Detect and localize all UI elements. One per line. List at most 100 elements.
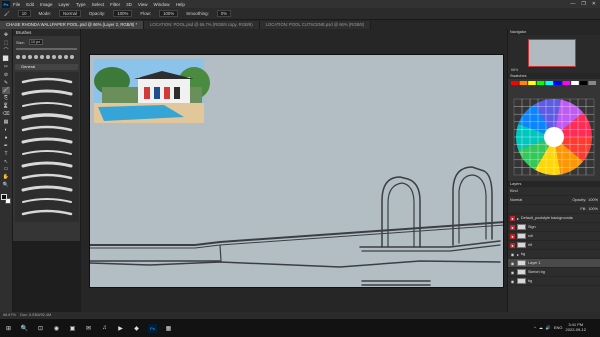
opacity-field[interactable]: 100% (113, 10, 133, 17)
mode-select[interactable]: Normal (59, 10, 81, 17)
brush-size-slider[interactable] (16, 48, 77, 50)
path-select-tool-icon[interactable]: ↖ (2, 158, 10, 165)
menu-3d[interactable]: 3D (126, 2, 132, 7)
file-explorer-icon[interactable]: ▣ (68, 324, 77, 333)
color-swatch-grid[interactable] (508, 79, 600, 181)
eye-icon[interactable]: ◉ (510, 279, 515, 284)
app-icon[interactable]: ◆ (132, 324, 141, 333)
type-tool-icon[interactable]: T (2, 150, 10, 157)
mail-icon[interactable]: ✉ (84, 324, 93, 333)
eye-icon[interactable]: ● (510, 242, 515, 248)
crop-tool-icon[interactable]: ✂ (2, 64, 10, 71)
brush-preset[interactable] (46, 54, 50, 59)
brush-tool-icon[interactable]: 🖌 (4, 11, 10, 17)
search-icon[interactable]: 🔍 (20, 324, 29, 333)
tab-location-pool[interactable]: LOCATION: POOL.psd @ 66.7% (RGB/8 copy, … (144, 21, 260, 29)
dodge-tool-icon[interactable]: ● (2, 135, 10, 142)
brush-preset[interactable] (34, 54, 38, 59)
menu-image[interactable]: Image (40, 2, 53, 7)
volume-icon[interactable]: 🔊 (546, 325, 551, 330)
brush-preset[interactable] (52, 54, 56, 59)
chrome-icon[interactable]: ◉ (52, 324, 61, 333)
layer-row[interactable]: ● roll (508, 232, 600, 241)
swatch-chip[interactable] (579, 81, 588, 85)
zoom-tool-icon[interactable]: 🔍 (2, 182, 10, 189)
swatch-chip[interactable] (571, 81, 579, 85)
swatch-chip[interactable] (545, 81, 553, 85)
swatch-grid-cell[interactable] (513, 106, 523, 115)
color-wheel-center[interactable] (544, 127, 564, 147)
menu-help[interactable]: Help (176, 2, 185, 7)
swatch-chip[interactable] (562, 81, 571, 85)
color-swatch-fg-bg[interactable] (1, 193, 11, 204)
layer-row[interactable]: ◉ ▸ bg (508, 250, 600, 259)
tab-wallpaper-pool[interactable]: CHASE RHONDA WALLPAPER POOL.psd @ 66% (L… (0, 21, 145, 29)
eyedropper-tool-icon[interactable]: ⊘ (2, 71, 10, 78)
shape-tool-icon[interactable]: ▭ (2, 166, 10, 173)
layer-row[interactable]: ● Sign (508, 223, 600, 232)
windows-start-icon[interactable]: ⊞ (4, 324, 13, 333)
swatch-grid-cell[interactable] (521, 167, 531, 176)
menu-edit[interactable]: Edit (26, 2, 34, 7)
menu-view[interactable]: View (138, 2, 148, 7)
swatch-chip[interactable] (554, 81, 562, 85)
smoothing-field[interactable]: 0% (216, 10, 232, 17)
pen-tool-icon[interactable]: ✒ (2, 142, 10, 149)
swatch-grid-cell[interactable] (585, 106, 595, 115)
cloud-icon[interactable]: ☁ (539, 325, 543, 330)
brush-preset[interactable] (70, 54, 74, 59)
navigator-thumbnail[interactable] (528, 39, 576, 67)
swatch-chip[interactable] (588, 81, 596, 85)
brush-preset[interactable] (22, 54, 26, 59)
eye-icon[interactable]: ◉ (510, 252, 515, 257)
close-icon[interactable]: ✕ (592, 1, 596, 7)
tab-pool-cutscene[interactable]: LOCATION: POOL CUTSCENE.psd @ 66% (RGB/8… (259, 21, 372, 29)
swatch-grid-cell[interactable] (585, 98, 595, 107)
swatch-grid-cell[interactable] (585, 159, 595, 168)
media-player-icon[interactable]: ▶ (116, 324, 125, 333)
brush-preset[interactable] (64, 54, 68, 59)
swatch-chip[interactable] (519, 81, 528, 85)
swatch-chip[interactable] (536, 81, 545, 85)
menu-select[interactable]: Select (92, 2, 105, 7)
swatch-grid-cell[interactable] (577, 98, 587, 107)
eye-icon[interactable]: ● (510, 233, 515, 239)
blur-tool-icon[interactable]: ◐ (2, 127, 10, 134)
healing-tool-icon[interactable]: ✎ (2, 79, 10, 86)
brush-preset[interactable] (58, 54, 62, 59)
lasso-tool-icon[interactable]: ⌒ (2, 48, 10, 55)
quick-select-tool-icon[interactable]: ⬜ (2, 56, 10, 63)
maximize-icon[interactable]: ❐ (581, 1, 585, 7)
gradient-tool-icon[interactable]: ▦ (2, 119, 10, 126)
eye-icon[interactable]: ● (510, 224, 515, 230)
menu-window[interactable]: Window (154, 2, 170, 7)
minimize-icon[interactable]: — (570, 1, 575, 7)
photoshop-logo-icon[interactable]: Ps (2, 0, 10, 8)
music-icon[interactable]: ♫ (100, 324, 109, 333)
language-indicator[interactable]: ENG (554, 325, 563, 330)
swatch-grid-cell[interactable] (513, 167, 523, 176)
clock[interactable]: 3:41 PM 2022-09-12 (566, 322, 586, 332)
move-tool-icon[interactable]: ✥ (2, 32, 10, 39)
brush-tool-icon[interactable]: 🖌 (2, 87, 10, 94)
document-canvas[interactable] (89, 54, 504, 288)
layer-row-selected[interactable]: ◉ Layer 1 (508, 259, 600, 268)
eye-icon[interactable]: ● (510, 215, 515, 221)
layer-row[interactable]: ● ▸ Default_poolstyle backgrounds (508, 214, 600, 223)
brush-stroke-list[interactable] (15, 71, 79, 222)
foreground-color[interactable] (1, 193, 7, 200)
menu-layer[interactable]: Layer (59, 2, 70, 7)
layer-kind-filter[interactable]: Kind (510, 189, 518, 193)
menu-file[interactable]: File (13, 2, 20, 7)
swatch-grid-cell[interactable] (521, 98, 531, 107)
layer-row[interactable]: ◉ Sketch bg (508, 268, 600, 277)
layer-fill-value[interactable]: 100% (588, 207, 598, 211)
eye-icon[interactable]: ◉ (510, 261, 515, 266)
brush-folder-general[interactable]: General (15, 63, 78, 70)
layer-row[interactable]: ● rlif (508, 241, 600, 250)
photoshop-taskbar-icon[interactable]: Ps (148, 323, 157, 333)
swatch-grid-cell[interactable] (577, 167, 587, 176)
swatch-grid-cell[interactable] (513, 159, 523, 168)
eye-icon[interactable]: ◉ (510, 270, 515, 275)
swatch-chip[interactable] (511, 81, 519, 85)
